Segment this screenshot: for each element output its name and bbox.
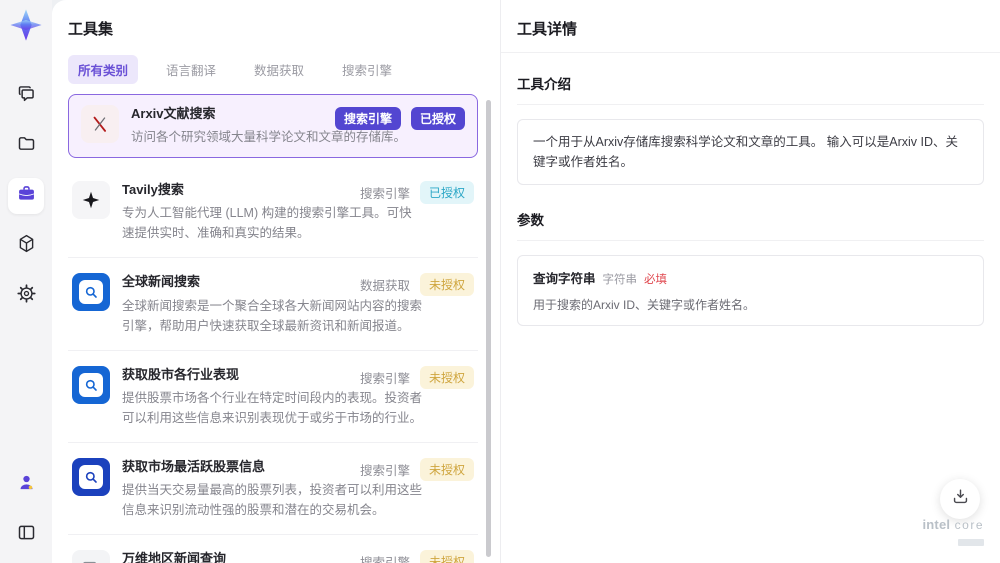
user-avatar[interactable]	[8, 467, 44, 503]
tool-card-arxiv[interactable]: Arxiv文献搜索 访问各个研究领域大量科学论文和文章的存储库。 搜索引擎 已授…	[68, 94, 478, 159]
sidebar-rail	[0, 0, 52, 563]
sidebar-item-settings[interactable]	[8, 278, 44, 314]
category-badge: 搜索引擎	[334, 107, 401, 130]
download-button[interactable]	[940, 479, 980, 519]
active-stocks-logo-icon	[72, 457, 110, 496]
tab-search-engine[interactable]: 搜索引擎	[332, 55, 402, 84]
sidebar-item-chat[interactable]	[8, 78, 44, 114]
sidebar-item-plugins[interactable]	[8, 228, 44, 264]
category-label: 搜索引擎	[359, 555, 410, 563]
tool-desc: 访问各个研究领域大量科学论文和文章的存储库。	[131, 130, 407, 145]
gear-icon	[16, 283, 37, 309]
category-label: 搜索引擎	[359, 463, 410, 478]
param-type: 字符串	[602, 274, 638, 286]
intel-ultra-mark	[958, 539, 984, 547]
parameter-item: 查询字符串 字符串 必填 用于搜索的Arxiv ID、关键字或作者姓名。	[517, 255, 984, 326]
intel-logo-text: intel	[922, 516, 951, 532]
core-logo-text: core	[954, 517, 984, 532]
intel-core-watermark: intel core	[922, 516, 984, 551]
param-name: 查询字符串	[533, 272, 596, 286]
tool-card-most-active-stocks[interactable]: 获取市场最活跃股票信息 提供当天交易量最高的股票列表，投资者可以利用这些信息来识…	[68, 443, 478, 535]
tool-desc: 提供当天交易量最高的股票列表，投资者可以利用这些信息来识别流动性强的股票和潜在的…	[122, 482, 423, 517]
tool-card-global-news[interactable]: 全球新闻搜索 全球新闻搜索是一个聚合全球各大新闻网站内容的搜索引擎，帮助用户快速…	[68, 258, 478, 351]
intro-heading: 工具介绍	[517, 59, 984, 105]
auth-status-badge: 未授权	[419, 365, 474, 389]
global-news-logo-icon	[72, 273, 110, 312]
list-scrollbar[interactable]	[486, 100, 491, 557]
sidebar-item-tools[interactable]	[8, 178, 44, 214]
tool-desc: 提供股票市场各个行业在特定时间段内的表现。投资者可以利用这些信息来识别表现优于或…	[122, 390, 423, 425]
panel-collapse-icon	[16, 522, 37, 548]
auth-status-badge: 未授权	[419, 549, 474, 563]
tool-desc: 全球新闻搜索是一个聚合全球各大新闻网站内容的搜索引擎，帮助用户快速获取全球最新资…	[122, 298, 423, 333]
tab-all-categories[interactable]: 所有类别	[68, 55, 139, 84]
tool-intro-text: 一个用于从Arxiv存储库搜索科学论文和文章的工具。 输入可以是Arxiv ID…	[517, 119, 984, 185]
user-icon	[16, 472, 37, 498]
main-panel: 工具集 所有类别 语言翻译 数据获取 搜索引擎 Arxiv文献搜索 访问各个研究…	[52, 0, 1000, 563]
detail-header: 工具详情	[501, 0, 1000, 53]
tool-detail-panel: 工具详情 工具介绍 一个用于从Arxiv存储库搜索科学论文和文章的工具。 输入可…	[500, 0, 1000, 563]
app-logo-icon[interactable]	[9, 8, 43, 42]
category-tabs: 所有类别 语言翻译 数据获取 搜索引擎	[68, 55, 484, 84]
category-label: 数据获取	[359, 279, 410, 294]
tool-desc: 专为人工智能代理 (LLM) 构建的搜索引擎工具。可快速提供实时、准确和真实的结…	[122, 206, 412, 241]
tavily-logo-icon	[72, 181, 110, 220]
tool-card-sector-performance[interactable]: 获取股市各行业表现 提供股票市场各个行业在特定时间段内的表现。投资者可以利用这些…	[68, 351, 478, 443]
tools-list: Arxiv文献搜索 访问各个研究领域大量科学论文和文章的存储库。 搜索引擎 已授…	[52, 94, 500, 563]
sector-performance-logo-icon	[72, 365, 110, 404]
category-label: 搜索引擎	[359, 371, 410, 386]
auth-status-badge: 已授权	[410, 107, 465, 130]
cube-icon	[16, 233, 37, 259]
auth-status-badge: 已授权	[419, 181, 474, 205]
folder-icon	[16, 133, 37, 159]
tool-card-tavily[interactable]: Tavily搜索 专为人工智能代理 (LLM) 构建的搜索引擎工具。可快速提供实…	[68, 166, 478, 259]
auth-status-badge: 未授权	[419, 457, 474, 481]
download-icon	[951, 487, 970, 511]
auth-status-badge: 未授权	[419, 273, 474, 297]
briefcase-icon	[16, 183, 37, 209]
category-label: 搜索引擎	[359, 187, 410, 202]
newspaper-icon	[72, 549, 110, 563]
param-required-flag: 必填	[644, 274, 668, 286]
page-title: 工具集	[68, 21, 114, 38]
tool-card-regional-news[interactable]: 万维地区新闻查询 查询具体行政区划内的新闻，快速了解各地新闻动 搜索引擎 未授权	[68, 535, 478, 563]
detail-title: 工具详情	[517, 21, 578, 38]
params-heading: 参数	[517, 195, 984, 241]
chat-icon	[16, 83, 37, 109]
tab-language-translation[interactable]: 语言翻译	[156, 55, 226, 84]
tools-list-panel: 工具集 所有类别 语言翻译 数据获取 搜索引擎 Arxiv文献搜索 访问各个研究…	[52, 0, 500, 563]
arxiv-logo-icon	[81, 105, 119, 143]
tools-list-header: 工具集 所有类别 语言翻译 数据获取 搜索引擎	[52, 0, 500, 94]
sidebar-item-files[interactable]	[8, 128, 44, 164]
tab-data-fetch[interactable]: 数据获取	[244, 55, 314, 84]
param-desc: 用于搜索的Arxiv ID、关键字或作者姓名。	[533, 298, 756, 312]
collapse-sidebar-button[interactable]	[8, 517, 44, 553]
